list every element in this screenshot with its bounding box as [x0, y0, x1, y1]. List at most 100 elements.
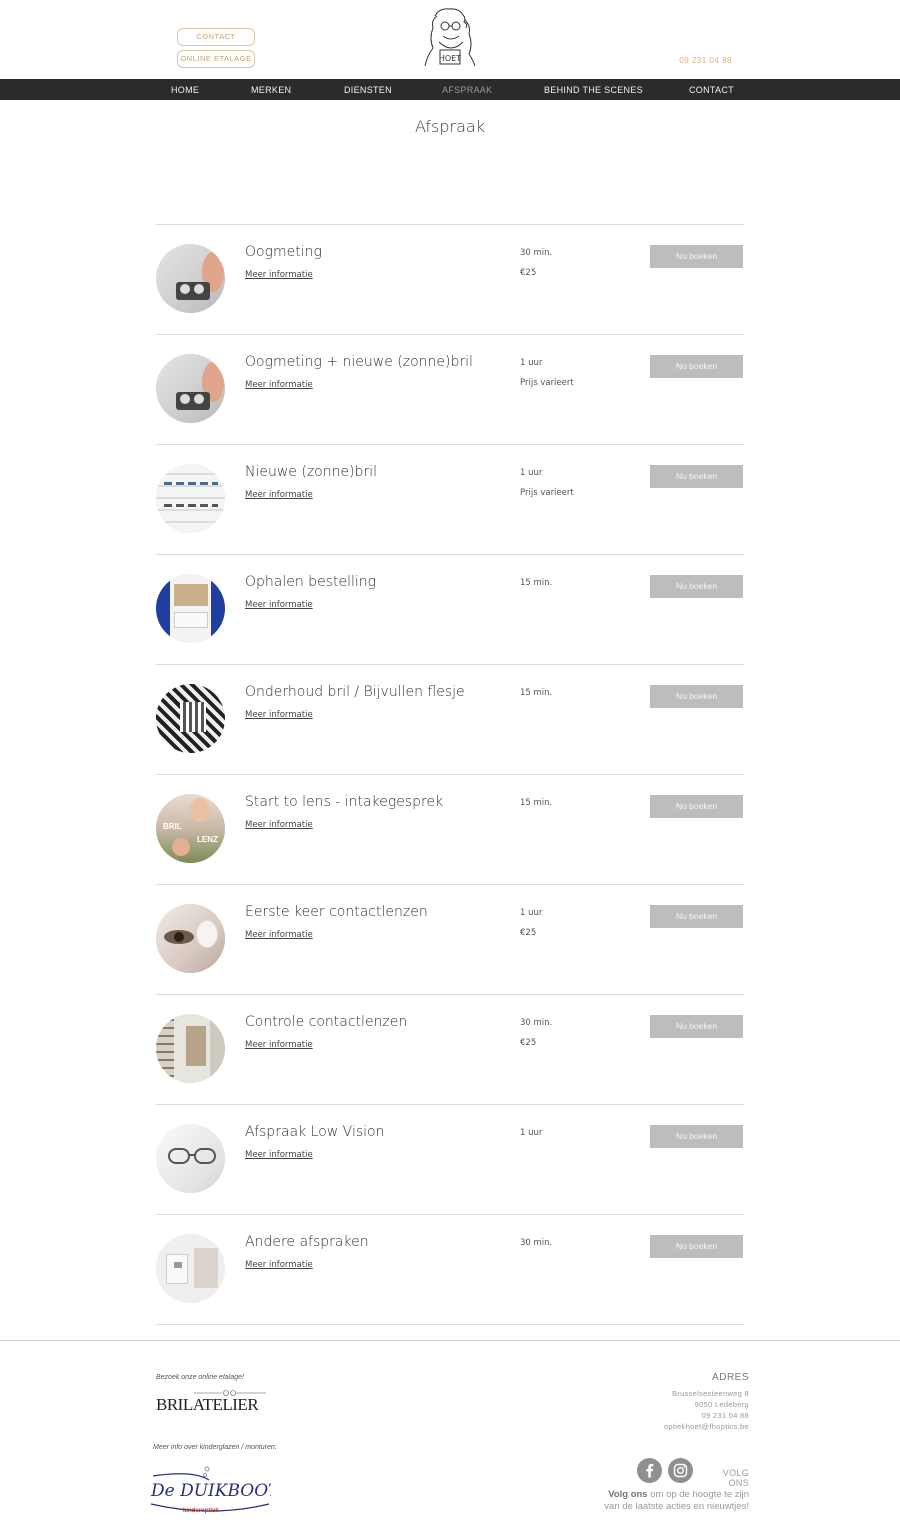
footer-divider [0, 1340, 900, 1341]
facebook-icon[interactable] [637, 1458, 662, 1483]
duikboot-sub-text: kinderoptiek [183, 1508, 219, 1514]
nav-item-diensten[interactable]: DIENSTEN [344, 79, 392, 100]
service-row: Andere afspraken Meer informatie 30 min. Nu… [156, 1214, 744, 1324]
service-name: Controle contactlenzen [245, 1014, 408, 1030]
book-now-button[interactable]: Nu boeken [650, 685, 743, 708]
service-row: Oogmeting + nieuwe (zonne)bril Meer infor… [156, 334, 744, 444]
more-info-link[interactable]: Meer informatie [245, 930, 313, 940]
online-etalage-button[interactable]: ONLINE ETALAGE [177, 50, 255, 68]
service-duration: 30 min. [520, 248, 553, 258]
service-thumbnail: BRIL LENZ [156, 794, 225, 863]
service-duration: 15 min. [520, 688, 553, 698]
service-thumbnail [156, 354, 225, 423]
service-thumbnail [156, 1234, 225, 1303]
service-duration: 15 min. [520, 798, 553, 808]
duikboot-logo[interactable]: De DUIKBOOT kinderoptiek [149, 1464, 271, 1516]
book-now-button[interactable]: Nu boeken [650, 795, 743, 818]
book-now-button[interactable]: Nu boeken [650, 355, 743, 378]
service-row: Nieuwe (zonne)bril Meer informatie 1 uur Pr… [156, 444, 744, 554]
contact-button[interactable]: CONTACT [177, 28, 255, 46]
more-info-link[interactable]: Meer informatie [245, 710, 313, 720]
service-price: Prijs varieert [520, 488, 574, 498]
instagram-icon[interactable] [668, 1458, 693, 1483]
service-row: Controle contactlenzen Meer informatie 30 … [156, 994, 744, 1104]
nav-item-merken[interactable]: MERKEN [251, 79, 291, 100]
service-price: €25 [520, 1038, 537, 1048]
book-now-button[interactable]: Nu boeken [650, 245, 743, 268]
follow-label: VOLG ONS [722, 1468, 749, 1488]
service-duration: 1 uur [520, 1128, 543, 1138]
service-duration: 30 min. [520, 1018, 553, 1028]
service-duration: 15 min. [520, 578, 553, 588]
service-duration: 1 uur [520, 908, 543, 918]
follow-text-line2: van de laatste acties en nieuwtjes! [604, 1501, 749, 1512]
book-now-button[interactable]: Nu boeken [650, 575, 743, 598]
etalage-note: Bezoek onze online etalage! [156, 1374, 244, 1381]
brilatelier-logo[interactable]: BRILATELIER [156, 1388, 268, 1416]
book-now-button[interactable]: Nu boeken [650, 1235, 743, 1258]
service-divider [156, 1324, 744, 1325]
service-duration: 30 min. [520, 1238, 553, 1248]
service-price: €25 [520, 268, 537, 278]
more-info-link[interactable]: Meer informatie [245, 600, 313, 610]
nav-item-contact[interactable]: CONTACT [689, 79, 734, 100]
duikboot-logo-text: De DUIKBOOT [150, 1481, 271, 1501]
nav-item-home[interactable]: HOME [171, 79, 199, 100]
service-name: Start to lens - intakegesprek [245, 794, 444, 810]
brilatelier-logo-text: BRILATELIER [156, 1395, 259, 1414]
more-info-link[interactable]: Meer informatie [245, 820, 313, 830]
bril-label: BRIL [163, 822, 182, 831]
service-thumbnail [156, 684, 225, 753]
address-city: 9050 Ledeberg [694, 1400, 749, 1409]
service-duration: 1 uur [520, 468, 543, 478]
service-name: Oogmeting + nieuwe (zonne)bril [245, 354, 473, 370]
service-row: Afspraak Low Vision Meer informatie 1 uur N… [156, 1104, 744, 1214]
service-row: Onderhoud bril / Bijvullen flesje Meer in… [156, 664, 744, 774]
more-info-link[interactable]: Meer informatie [245, 1150, 313, 1160]
book-now-button[interactable]: Nu boeken [650, 465, 743, 488]
book-now-button[interactable]: Nu boeken [650, 905, 743, 928]
service-name: Eerste keer contactlenzen [245, 904, 428, 920]
header-phone[interactable]: 09 231 04 88 [660, 56, 732, 65]
service-price: €25 [520, 928, 537, 938]
service-row: Eerste keer contactlenzen Meer informatie… [156, 884, 744, 994]
more-info-link[interactable]: Meer informatie [245, 1260, 313, 1270]
service-name: Nieuwe (zonne)bril [245, 464, 377, 480]
nav-item-afspraak[interactable]: AFSPRAAK [442, 79, 492, 100]
kids-note: Meer info over kinderglazen / monturen: [153, 1444, 277, 1451]
service-name: Onderhoud bril / Bijvullen flesje [245, 684, 465, 700]
follow-rest: om op de hoogte te zijn [647, 1489, 749, 1500]
service-duration: 1 uur [520, 358, 543, 368]
service-name: Ophalen bestelling [245, 574, 377, 590]
book-now-button[interactable]: Nu boeken [650, 1015, 743, 1038]
address-email[interactable]: optiekhoet@fhoptics.be [600, 1422, 749, 1431]
follow-text-line1: Volg ons om op de hoogte te zijn [560, 1489, 749, 1500]
service-thumbnail [156, 464, 225, 533]
nav-item-behind-the-scenes[interactable]: BEHIND THE SCENES [544, 79, 643, 100]
service-thumbnail [156, 1014, 225, 1083]
hoet-logo[interactable]: HOET [421, 6, 479, 70]
service-name: Andere afspraken [245, 1234, 369, 1250]
more-info-link[interactable]: Meer informatie [245, 1040, 313, 1050]
lenz-label: LENZ [197, 835, 218, 844]
address-street: Brusselsesteenweg 8 [672, 1389, 749, 1398]
main-nav: HOME MERKEN DIENSTEN AFSPRAAK BEHIND THE… [0, 79, 900, 100]
more-info-link[interactable]: Meer informatie [245, 270, 313, 280]
service-row: Oogmeting Meer informatie 30 min. €25 Nu boe… [156, 224, 744, 334]
service-thumbnail [156, 1124, 225, 1193]
service-name: Afspraak Low Vision [245, 1124, 385, 1140]
more-info-link[interactable]: Meer informatie [245, 380, 313, 390]
service-thumbnail [156, 574, 225, 643]
follow-bold: Volg ons [608, 1489, 648, 1500]
site-header: CONTACT ONLINE ETALAGE HOET 09 231 04 88 [0, 0, 900, 79]
more-info-link[interactable]: Meer informatie [245, 490, 313, 500]
service-thumbnail [156, 244, 225, 313]
address-phone[interactable]: 09 231 04 88 [600, 1411, 749, 1420]
service-name: Oogmeting [245, 244, 322, 260]
service-row: BRIL LENZ Start to lens - intakegesprek Mee… [156, 774, 744, 884]
page-title: Afspraak [415, 117, 485, 136]
book-now-button[interactable]: Nu boeken [650, 1125, 743, 1148]
logo-text: HOET [439, 54, 461, 63]
service-row: Ophalen bestelling Meer informatie 15 min.… [156, 554, 744, 664]
service-thumbnail [156, 904, 225, 973]
